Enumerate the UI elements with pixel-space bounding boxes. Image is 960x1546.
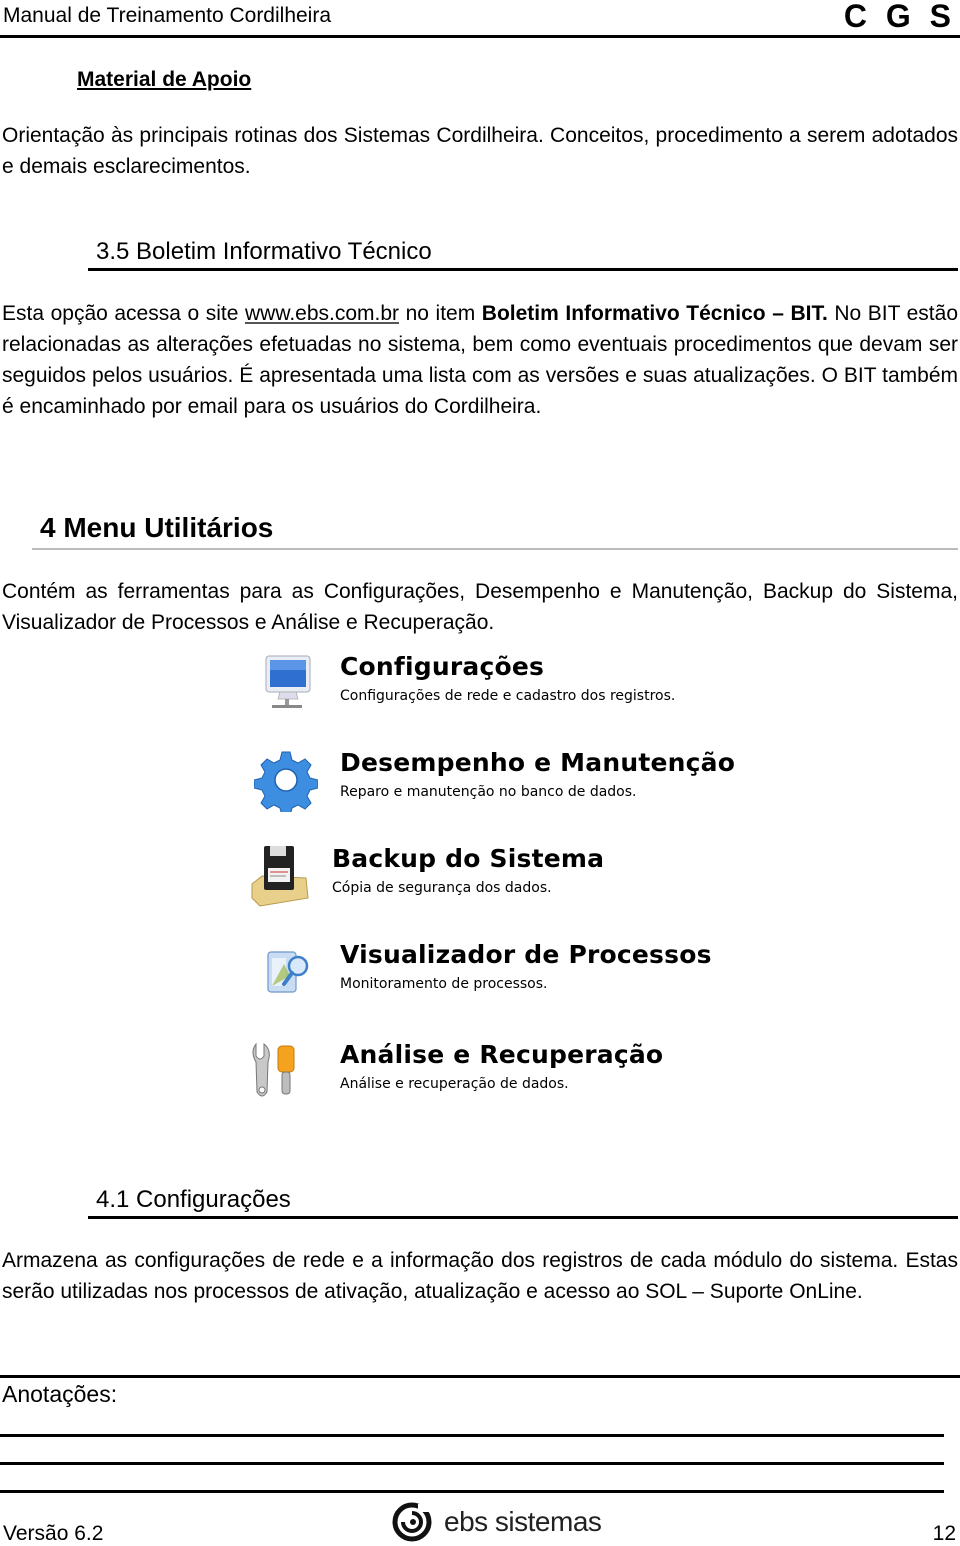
menu-item-title: Visualizador de Processos [340, 940, 712, 969]
section-4-1-text: Armazena as configurações de rede e a in… [2, 1249, 958, 1303]
menu-item-configuracoes[interactable]: Configurações Configurações de rede e ca… [248, 652, 728, 732]
menu-item-title: Backup do Sistema [332, 844, 605, 873]
menu-item-description: Monitoramento de processos. [340, 976, 548, 992]
notes-label: Anotações: [2, 1381, 118, 1407]
menu-item-description: Cópia de segurança dos dados. [332, 880, 552, 896]
document-header-title: Manual de Treinamento Cordilheira [3, 4, 332, 27]
section-4-text: Contém as ferramentas para as Configuraç… [2, 580, 958, 634]
ebs-website-link[interactable]: www.ebs.com.br [245, 302, 399, 325]
ebs-sistemas-logo: ebs sistemas [392, 1500, 602, 1544]
section-4-1-divider [88, 1216, 958, 1219]
tools-icon [252, 1042, 295, 1097]
process-viewer-icon [267, 951, 309, 993]
menu-item-title: Análise e Recuperação [340, 1040, 664, 1069]
menu-item-description: Reparo e manutenção no banco de dados. [340, 784, 637, 800]
intro-text: Esta opção acessa o site [2, 302, 245, 325]
menu-item-visualizador-processos[interactable]: Visualizador de Processos Monitoramento … [248, 940, 728, 1020]
gear-icon [254, 751, 318, 812]
section-3-5-divider [88, 268, 958, 271]
bit-bold-text: Boletim Informativo Técnico – BIT. [481, 302, 828, 325]
menu-item-description: Análise e recuperação de dados. [340, 1076, 569, 1092]
intro-text-2: no item [399, 302, 482, 325]
section-4-heading: 4 Menu Utilitários [40, 512, 274, 543]
notes-writing-line [0, 1490, 944, 1493]
menu-item-description: Configurações de rede e cadastro dos reg… [340, 688, 676, 704]
notes-writing-line [0, 1434, 944, 1437]
menu-item-desempenho-manutencao[interactable]: Desempenho e Manutenção Reparo e manuten… [248, 748, 735, 828]
menu-item-title: Desempenho e Manutenção [340, 748, 736, 777]
ebs-spiral-logo-icon [392, 1502, 432, 1542]
notes-top-divider [0, 1375, 960, 1378]
section-4-1-heading: 4.1 Configurações [96, 1186, 291, 1213]
monitor-icon [265, 655, 311, 708]
footer-logo-text: ebs sistemas [444, 1506, 602, 1537]
floppy-disk-icon [251, 846, 309, 907]
footer-version: Versão 6.2 [3, 1522, 104, 1545]
document-header-brand: C G S [843, 0, 956, 34]
menu-item-analise-recuperacao[interactable]: Análise e Recuperação Análise e recupera… [248, 1040, 728, 1120]
material-apoio-heading: Material de Apoio [77, 68, 252, 91]
section-3-5-paragraph: Esta opção acessa o site www.ebs.com.br … [2, 298, 958, 422]
notes-writing-line [0, 1462, 944, 1465]
menu-item-backup-sistema[interactable]: Backup do Sistema Cópia de segurança dos… [248, 844, 728, 924]
menu-item-title: Configurações [340, 652, 545, 681]
header-divider [0, 35, 960, 38]
footer-page-number: 12 [932, 1522, 956, 1545]
section-4-divider [32, 548, 958, 550]
section-3-5-heading: 3.5 Boletim Informativo Técnico [96, 238, 432, 265]
material-apoio-text: Orientação às principais rotinas dos Sis… [2, 124, 958, 178]
